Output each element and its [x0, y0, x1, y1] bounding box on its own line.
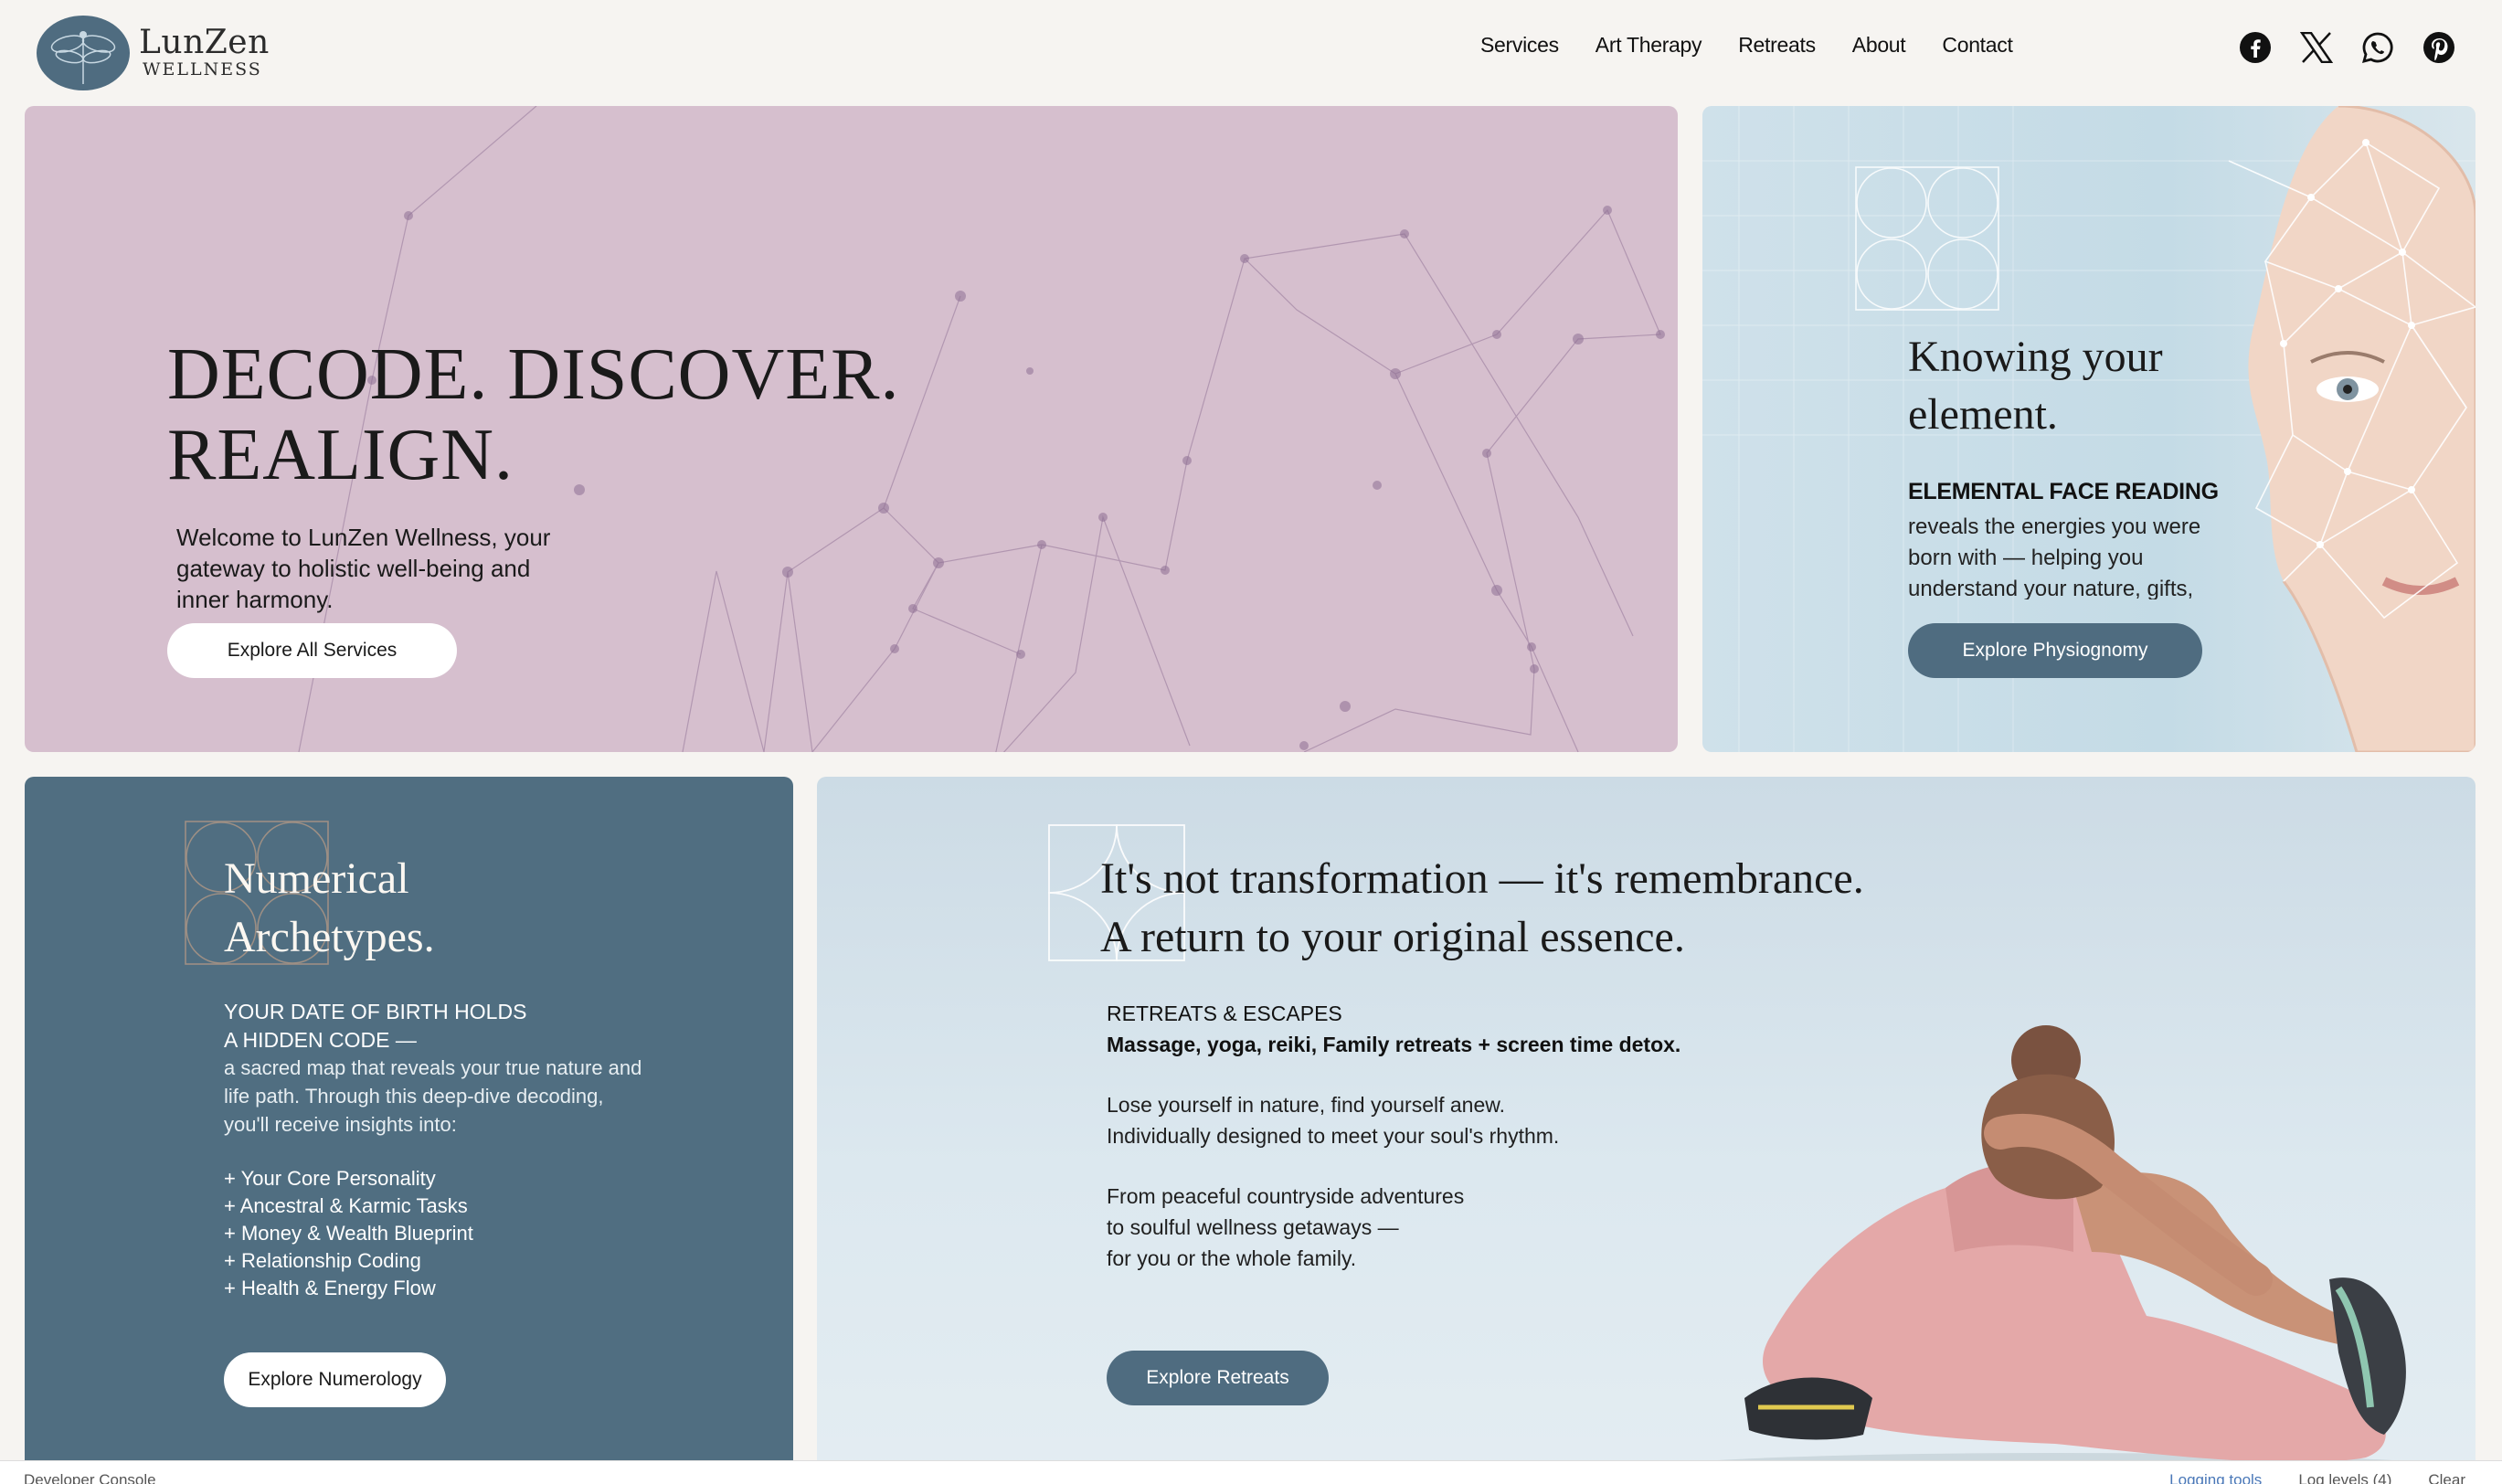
dragonfly-logo-icon — [37, 16, 130, 90]
explore-numerology-button[interactable]: Explore Numerology — [224, 1352, 446, 1407]
brand-name: LunZen — [139, 24, 270, 61]
retreat-headline: It's not transformation — it's remembran… — [1100, 850, 1864, 967]
developer-console-bar: Developer Console Logging tools Log leve… — [0, 1460, 2502, 1484]
numerology-subtitle: YOUR DATE OF BIRTH HOLDS A HIDDEN CODE — — [224, 998, 526, 1055]
retreat-paragraph-1: Lose yourself in nature, find yourself a… — [1107, 1089, 1618, 1151]
list-item: + Your Core Personality — [224, 1167, 436, 1190]
retreat-p2-line-2: to soulful wellness getaways — — [1107, 1215, 1399, 1239]
nav-art-therapy[interactable]: Art Therapy — [1596, 33, 1702, 58]
face-mesh-portrait — [2228, 106, 2475, 752]
list-item: + Relationship Coding — [224, 1249, 421, 1272]
numerology-card: Numerical Archetypes. YOUR DATE OF BIRTH… — [25, 777, 793, 1484]
numerology-sub-line-1: YOUR DATE OF BIRTH HOLDS — [224, 1000, 527, 1023]
retreat-sub-line-1: RETREATS & ESCAPES — [1107, 1002, 1342, 1025]
hero-title-line-1: DECODE. DISCOVER. — [167, 334, 900, 415]
brand-subtitle: WELLNESS — [143, 59, 262, 80]
developer-console-label[interactable]: Developer Console — [24, 1471, 156, 1484]
list-item: + Money & Wealth Blueprint — [224, 1222, 473, 1245]
logging-tools-link[interactable]: Logging tools — [2169, 1471, 2262, 1484]
face-reading-card: Knowing your element. ELEMENTAL FACE REA… — [1702, 106, 2475, 752]
explore-retreats-button[interactable]: Explore Retreats — [1107, 1351, 1329, 1405]
yoga-stretch-photo — [1635, 1025, 2475, 1484]
site-header: LunZen WELLNESS Services Art Therapy Ret… — [0, 0, 2502, 101]
log-levels-dropdown[interactable]: Log levels (4) — [2298, 1471, 2391, 1484]
circle-pattern-icon — [1855, 166, 1999, 311]
retreats-card: It's not transformation — it's remembran… — [817, 777, 2475, 1484]
retreat-subtitle: RETREATS & ESCAPES Massage, yoga, reiki,… — [1107, 998, 1680, 1060]
retreat-p2-line-3: for you or the whole family. — [1107, 1246, 1357, 1270]
numerology-insights-list: + Your Core Personality + Ancestral & Ka… — [224, 1165, 473, 1302]
face-title-line-2: element. — [1908, 390, 2058, 439]
nav-contact[interactable]: Contact — [1942, 33, 2012, 58]
main-nav: Services Art Therapy Retreats About Cont… — [1480, 33, 2050, 58]
list-item: + Health & Energy Flow — [224, 1277, 436, 1299]
numerology-sub-line-2: A HIDDEN CODE — — [224, 1028, 417, 1052]
facebook-icon[interactable] — [2237, 29, 2274, 66]
hero-title: DECODE. DISCOVER. REALIGN. — [167, 334, 899, 495]
nav-about[interactable]: About — [1852, 33, 1906, 58]
retreat-sub-line-2: Massage, yoga, reiki, Family retreats + … — [1107, 1033, 1681, 1056]
numerology-title-line-2: Archetypes. — [224, 913, 435, 961]
explore-physiognomy-button[interactable]: Explore Physiognomy — [1908, 623, 2202, 678]
retreat-paragraph-2: From peaceful countryside adventures to … — [1107, 1181, 1618, 1274]
clear-button[interactable]: Clear — [2428, 1471, 2465, 1484]
list-item: + Ancestral & Karmic Tasks — [224, 1194, 468, 1217]
face-reading-subtitle: ELEMENTAL FACE READING — [1908, 479, 2219, 504]
pinterest-icon[interactable] — [2421, 29, 2457, 66]
numerology-title: Numerical Archetypes. — [224, 850, 435, 967]
explore-all-services-button[interactable]: Explore All Services — [167, 623, 457, 678]
numerology-title-line-1: Numerical — [224, 854, 409, 903]
face-reading-title: Knowing your element. — [1908, 328, 2163, 443]
nav-retreats[interactable]: Retreats — [1738, 33, 1816, 58]
face-title-line-1: Knowing your — [1908, 333, 2163, 381]
retreat-headline-line-1: It's not transformation — it's remembran… — [1100, 854, 1864, 903]
face-reading-text: reveals the energies you were born with … — [1908, 514, 2201, 599]
retreat-p2-line-1: From peaceful countryside adventures — [1107, 1184, 1465, 1208]
retreat-headline-line-2: A return to your original essence. — [1100, 913, 1685, 961]
hero-welcome-text: Welcome to LunZen Wellness, your gateway… — [176, 524, 551, 613]
whatsapp-icon[interactable] — [2359, 29, 2396, 66]
social-links — [2237, 29, 2482, 66]
x-icon[interactable] — [2298, 29, 2335, 66]
numerology-text: a sacred map that reveals your true natu… — [224, 1056, 642, 1136]
retreat-p1-line-1: Lose yourself in nature, find yourself a… — [1107, 1093, 1505, 1117]
retreat-p1-line-2: Individually designed to meet your soul'… — [1107, 1124, 1560, 1148]
brand-logo[interactable]: LunZen WELLNESS — [35, 15, 270, 91]
hero-title-line-2: REALIGN. — [167, 415, 514, 495]
hero-card: DECODE. DISCOVER. REALIGN. Welcome to Lu… — [25, 106, 1678, 752]
nav-services[interactable]: Services — [1480, 33, 1559, 58]
